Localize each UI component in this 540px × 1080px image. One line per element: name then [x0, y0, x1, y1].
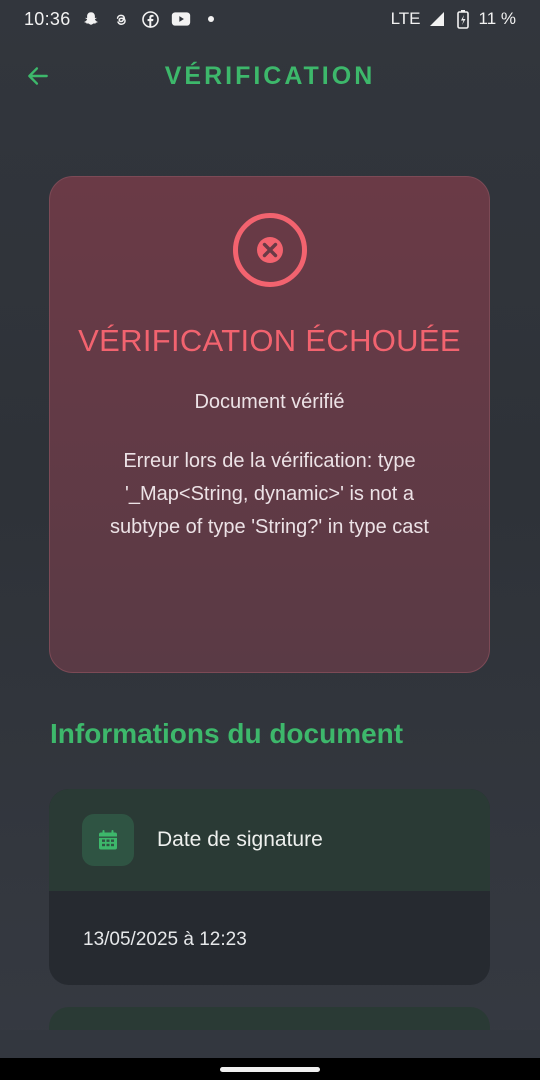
document-info-card: Date de signature 13/05/2025 à 12:23	[49, 789, 490, 985]
signal-icon	[427, 9, 447, 29]
status-bar: 10:36 LTE 11 %	[0, 0, 540, 38]
battery-level: 11 %	[478, 9, 517, 28]
section-title: Informations du document	[50, 718, 404, 749]
dot-icon	[201, 9, 221, 29]
info-card-header: Date de signature	[49, 789, 490, 891]
network-type: LTE	[390, 9, 421, 28]
snapchat-icon	[81, 9, 101, 29]
page-title: VÉRIFICATION	[164, 62, 376, 90]
facebook-icon	[141, 9, 161, 29]
navigation-bar	[0, 1058, 540, 1080]
error-circle-x-icon	[231, 211, 309, 289]
scroll-fade	[0, 1030, 540, 1058]
result-subtitle: Document vérifié	[194, 391, 345, 413]
app-bar: VÉRIFICATION	[0, 50, 540, 106]
info-value: 13/05/2025 à 12:23	[83, 929, 247, 950]
calendar-icon	[82, 814, 134, 866]
home-gesture-handle[interactable]	[220, 1067, 320, 1072]
info-label: Date de signature	[157, 828, 323, 851]
status-time: 10:36	[24, 8, 71, 29]
verification-result-card: VÉRIFICATION ÉCHOUÉE Document vérifié Er…	[49, 176, 490, 673]
youtube-icon	[171, 9, 191, 29]
battery-charging-icon	[453, 9, 473, 29]
error-message: Erreur lors de la vérification: type '_M…	[110, 450, 429, 538]
result-title: VÉRIFICATION ÉCHOUÉE	[78, 323, 461, 358]
threads-icon	[111, 9, 131, 29]
